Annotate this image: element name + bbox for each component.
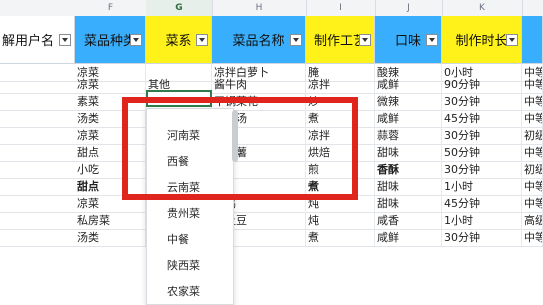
cell-taste[interactable]: 甜味 [375,195,442,212]
dropdown-option[interactable]: 中餐 [167,231,189,247]
header-duration[interactable]: 制作时长 [442,16,522,64]
spreadsheet: F G H I J K 解用户名 菜品种类 菜系 菜品名称 制作工艺 口味 制作… [0,0,543,305]
column-letter-i[interactable]: I [306,0,376,16]
cell-method[interactable]: 凉拌 [306,76,375,93]
column-letter-j[interactable]: J [375,0,443,16]
cell-duration[interactable]: 30分钟 [442,127,522,144]
cell-duration[interactable]: 50分钟 [442,144,522,161]
header-duration-label: 制作时长 [455,34,508,49]
filter-icon[interactable] [426,34,438,46]
cell-extra[interactable]: 中等 [522,144,543,161]
cell-duration[interactable]: 30分钟 [442,93,522,110]
column-letter-bar: F G H I J K [0,0,543,17]
cell-method[interactable]: 炖 [306,212,375,229]
header-next[interactable] [522,16,543,64]
filter-icon[interactable] [130,34,142,46]
cell-dish[interactable]: 酱牛肉 [212,76,306,93]
column-letter-f[interactable]: F [75,0,147,16]
header-cuisine-label: 菜系 [165,34,192,49]
column-letter-g[interactable]: G [146,0,213,16]
dropdown-option[interactable]: 贵州菜 [167,205,200,221]
cell-duration[interactable]: 90分钟 [442,76,522,93]
filter-icon[interactable] [59,34,71,46]
column-letter-h[interactable]: H [212,0,307,16]
header-dish-name-label: 菜品名称 [232,34,285,49]
header-category[interactable]: 菜品种类 [75,16,146,64]
dropdown-option[interactable]: 陕西菜 [167,257,200,273]
cell-duration[interactable]: 45分钟 [442,195,522,212]
header-row: 解用户名 菜品种类 菜系 菜品名称 制作工艺 口味 制作时长 [0,16,543,64]
cell-duration[interactable]: 45分钟 [442,110,522,127]
cell-duration[interactable]: 30分钟 [442,229,522,246]
column-letter-k[interactable]: K [442,0,523,16]
cell-taste[interactable]: 蒜蓉 [375,127,442,144]
filter-icon[interactable] [359,34,371,46]
cell-duration[interactable]: 1小时 [442,178,522,195]
filter-icon[interactable] [506,34,518,46]
cell-extra[interactable]: 中等 [522,229,543,246]
cell-duration[interactable]: 30分钟 [442,161,522,178]
cell-extra[interactable]: 中等 [522,93,543,110]
filter-icon[interactable] [196,34,208,46]
cell-taste[interactable]: 咸鲜 [375,229,442,246]
table-row: 凉菜 其他 酱牛肉 凉拌 咸鲜 90分钟 中等 [0,76,543,94]
filter-icon[interactable] [290,34,302,46]
header-username[interactable]: 解用户名 [0,16,75,64]
cell-category[interactable]: 凉菜 [75,76,146,93]
header-taste-label: 口味 [394,34,421,49]
cell-extra[interactable]: 中等 [522,76,543,93]
cell-method[interactable]: 煮 [306,229,375,246]
header-category-label: 菜品种类 [83,34,136,49]
cell-taste[interactable]: 咸香 [375,212,442,229]
header-method[interactable]: 制作工艺 [306,16,375,64]
cell-extra[interactable]: 中等 [522,195,543,212]
cell-extra[interactable]: 中等 [522,178,543,195]
dropdown-option[interactable]: 农家菜 [167,283,200,299]
cell-category[interactable]: 汤类 [75,229,146,246]
cell-taste[interactable]: 甜味 [375,144,442,161]
header-taste[interactable]: 口味 [375,16,442,64]
header-username-label: 解用户名 [2,34,55,49]
cell-extra[interactable]: 高级 [522,212,543,229]
cell-taste[interactable]: 香酥 [375,161,442,178]
highlight-box [122,97,358,200]
cell-extra[interactable]: 中等 [522,110,543,127]
table-row: 汤类 面 煮 咸鲜 30分钟 中等 [0,229,543,247]
cell-taste[interactable]: 甜味 [375,178,442,195]
header-dish-name[interactable]: 菜品名称 [212,16,306,64]
table-row: 私房菜 炖土豆 炖 咸香 1小时 高级 [0,212,543,230]
cell-category[interactable]: 私房菜 [75,212,146,229]
cell-extra[interactable]: 初级 [522,161,543,178]
cell-taste[interactable]: 咸鲜 [375,76,442,93]
cell-duration[interactable]: 1小时 [442,212,522,229]
cell-taste[interactable]: 微辣 [375,93,442,110]
cell-extra[interactable]: 初级 [522,127,543,144]
cell-taste[interactable]: 咸鲜 [375,110,442,127]
header-cuisine[interactable]: 菜系 [146,16,212,64]
